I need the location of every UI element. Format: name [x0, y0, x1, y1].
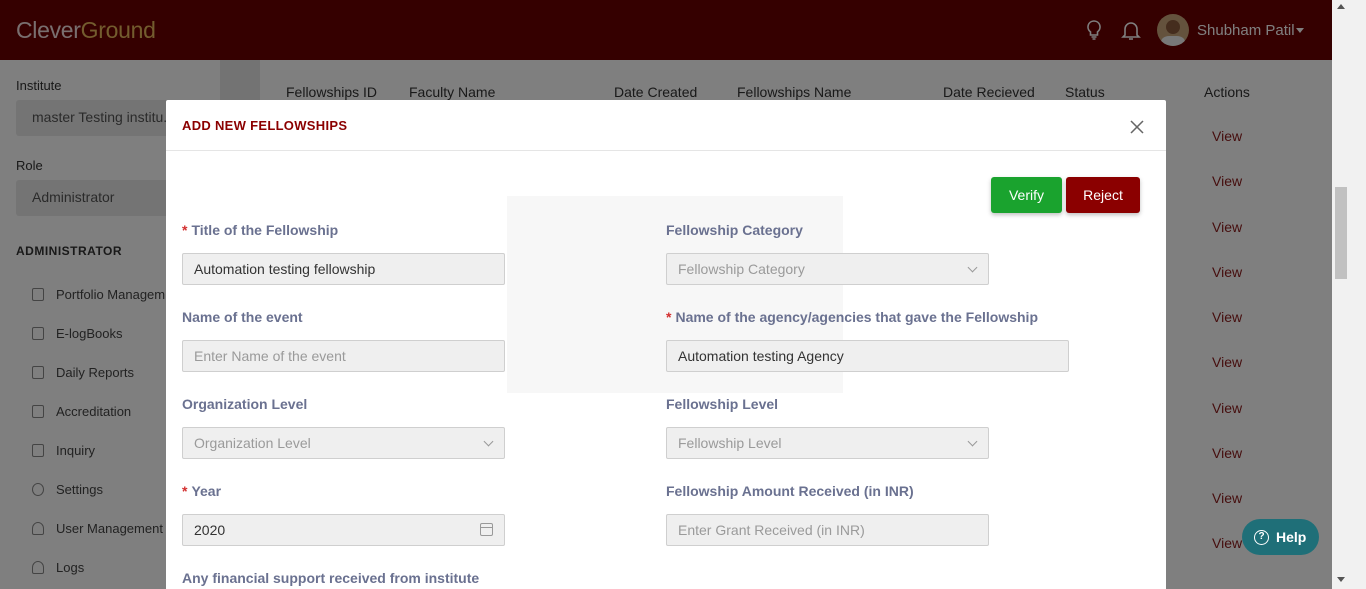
scroll-up-icon[interactable]: [1337, 4, 1345, 9]
year-label: * Year: [182, 483, 222, 499]
event-input[interactable]: Enter Name of the event: [182, 340, 505, 372]
verify-button[interactable]: Verify: [991, 177, 1062, 213]
scroll-down-icon[interactable]: [1337, 577, 1345, 582]
org-level-select[interactable]: Organization Level: [182, 427, 505, 459]
scrollbar-thumb[interactable]: [1335, 187, 1347, 279]
year-picker[interactable]: 2020: [182, 514, 505, 546]
calendar-icon[interactable]: [480, 523, 493, 536]
help-button[interactable]: ? Help: [1242, 519, 1319, 555]
agency-label: * Name of the agency/agencies that gave t…: [666, 309, 1038, 325]
help-icon: ?: [1254, 529, 1269, 545]
event-label: Name of the event: [182, 309, 303, 325]
title-input[interactable]: Automation testing fellowship: [182, 253, 505, 285]
category-label: Fellowship Category: [666, 222, 803, 238]
category-select[interactable]: Fellowship Category: [666, 253, 989, 285]
reject-button[interactable]: Reject: [1066, 177, 1140, 213]
chevron-down-icon: [483, 436, 494, 447]
page-scrollbar[interactable]: [1332, 0, 1366, 589]
close-icon[interactable]: [1128, 118, 1146, 136]
modal-divider: [166, 150, 1166, 151]
org-level-label: Organization Level: [182, 396, 308, 412]
title-label: * Title of the Fellowship: [182, 222, 339, 238]
agency-input[interactable]: Automation testing Agency: [666, 340, 1069, 372]
amount-label: Fellowship Amount Received (in INR): [666, 483, 914, 499]
chevron-down-icon: [967, 262, 978, 273]
support-label: Any financial support received from inst…: [182, 570, 480, 586]
fellowship-level-label: Fellowship Level: [666, 396, 779, 412]
chevron-down-icon: [967, 436, 978, 447]
add-fellowship-modal: ADD NEW FELLOWSHIPS Verify Reject * Title…: [166, 100, 1166, 589]
amount-input[interactable]: Enter Grant Received (in INR): [666, 514, 989, 546]
fellowship-level-select[interactable]: Fellowship Level: [666, 427, 989, 459]
modal-title: ADD NEW FELLOWSHIPS: [182, 118, 348, 133]
